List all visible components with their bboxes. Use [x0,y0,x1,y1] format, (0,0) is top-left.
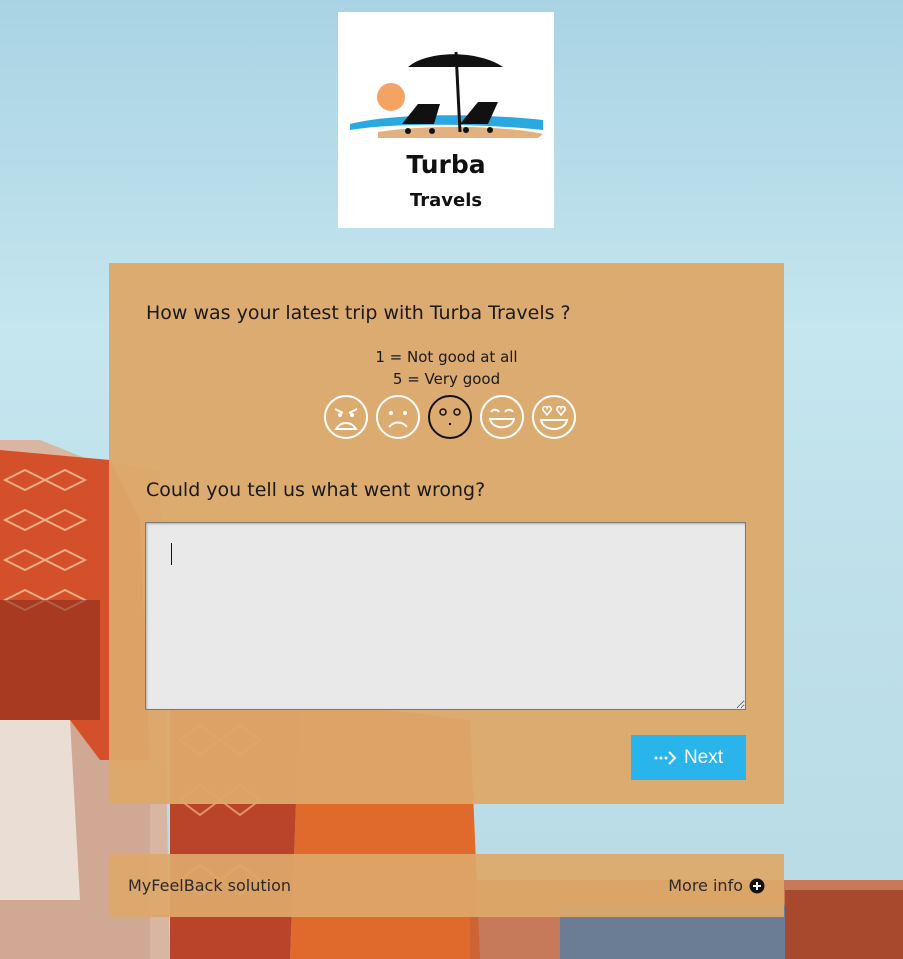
logo-title: Turba [406,150,486,179]
plus-circle-icon [749,878,765,893]
next-button-label: Next [683,746,724,768]
next-button[interactable]: Next [631,735,746,780]
footer-bar: MyFeelBack solution More info [109,854,784,917]
survey-card: How was your latest trip with Turba Trav… [109,263,784,804]
rating-faces [323,394,577,440]
angry-face-icon[interactable] [323,394,369,440]
love-face-icon[interactable] [531,394,577,440]
sad-face-icon[interactable] [375,394,421,440]
scale-high-label: 5 = Very good [392,370,501,388]
company-logo: Turba Travels [338,12,554,228]
feedback-textarea[interactable] [145,522,746,710]
more-info-link[interactable]: More info [668,876,765,895]
more-info-label: More info [668,876,743,895]
neutral-face-icon[interactable] [427,394,473,440]
question-trip-rating: How was your latest trip with Turba Trav… [146,302,571,324]
question-what-went-wrong: Could you tell us what went wrong? [146,479,486,501]
footer-brand: MyFeelBack solution [128,876,292,895]
logo-subtitle: Travels [409,190,483,211]
happy-face-icon[interactable] [479,394,525,440]
dotted-arrow-icon [654,750,677,765]
scale-low-label: 1 = Not good at all [375,348,518,366]
text-cursor [171,543,172,565]
